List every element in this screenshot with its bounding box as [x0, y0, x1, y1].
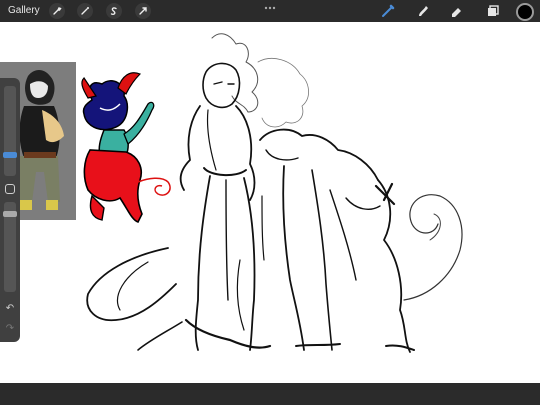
drawing-canvas[interactable] [0, 22, 540, 383]
color-swatch[interactable] [516, 3, 534, 21]
modify-square-icon[interactable] [5, 184, 15, 194]
brush-size-thumb[interactable] [3, 152, 17, 158]
redo-arrow-icon[interactable]: ↷ [4, 324, 16, 334]
sketch-linework [86, 33, 463, 353]
smudge-icon[interactable] [415, 3, 431, 19]
bottom-bar [0, 383, 540, 405]
brush-size-slider[interactable] [4, 86, 16, 176]
top-toolbar: Gallery [0, 0, 540, 22]
grabber-dots-icon[interactable] [264, 6, 276, 10]
actions-wrench-icon[interactable] [49, 3, 65, 19]
layers-icon[interactable] [485, 3, 501, 19]
transform-arrow-icon[interactable] [135, 3, 151, 19]
sketch-artwork [81, 33, 463, 353]
adjustments-wand-icon[interactable] [77, 3, 93, 19]
undo-arrow-icon[interactable]: ↶ [4, 304, 16, 314]
brush-icon[interactable] [380, 3, 396, 19]
reference-character-illustration [81, 72, 171, 223]
selection-s-icon[interactable] [106, 3, 122, 19]
left-sidebar: ↶ ↷ [0, 78, 20, 342]
gallery-button[interactable]: Gallery [8, 4, 40, 18]
eraser-icon[interactable] [449, 3, 465, 19]
opacity-thumb[interactable] [3, 211, 17, 217]
